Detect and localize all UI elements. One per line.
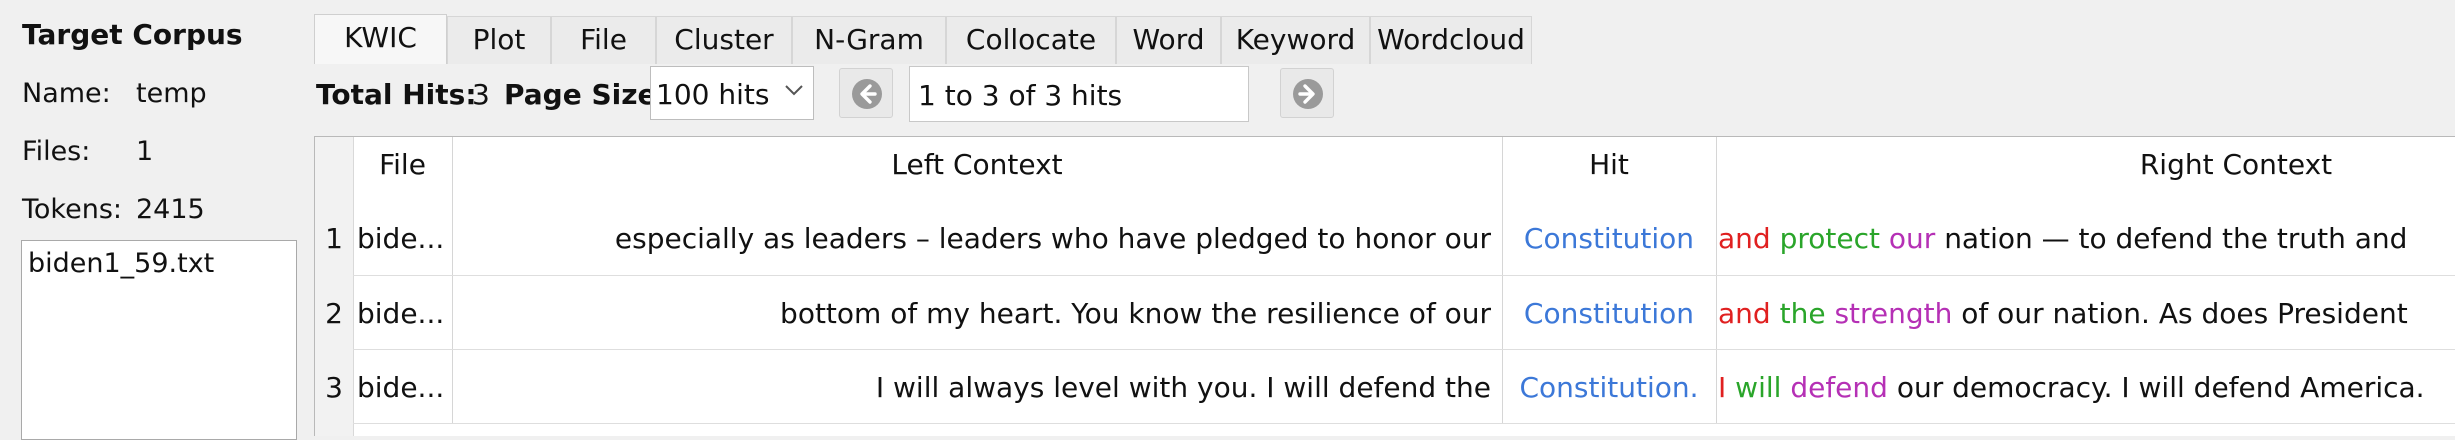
corpus-files-label: Files:: [22, 136, 91, 167]
page-size-value: 100 hits: [656, 78, 770, 111]
right-context-rest: of our nation. As does President: [1961, 297, 2408, 330]
corpus-file-list[interactable]: biden1_59.txt: [21, 240, 297, 440]
tab-plot[interactable]: Plot: [447, 16, 551, 64]
corpus-name-label: Name:: [22, 78, 111, 109]
right-context-word-1: and: [1718, 222, 1771, 255]
right-context-rest: our democracy. I will defend America.: [1896, 371, 2425, 404]
next-page-button[interactable]: [1280, 68, 1334, 118]
file-cell: bide...: [357, 222, 445, 255]
corpus-name-value: temp: [136, 78, 207, 109]
tab-kwic[interactable]: KWIC: [314, 14, 447, 64]
row-number: 3: [325, 371, 343, 404]
target-corpus-title: Target Corpus: [22, 18, 243, 51]
arrow-left-circle-icon: [852, 79, 882, 109]
right-context-word-3: defend: [1790, 371, 1888, 404]
kwic-toolbar: Total Hits: 3 Page Size 100 hits 1 to 3 …: [314, 66, 2455, 124]
corpus-name-row: Name: temp: [22, 78, 207, 109]
right-context-cell: and protect our nation — to defend the t…: [1716, 222, 2455, 255]
corpus-files-value: 1: [136, 136, 154, 167]
page-size-label: Page Size: [504, 78, 657, 111]
arrow-right-circle-icon: [1293, 79, 1323, 109]
tab-wordcloud[interactable]: Wordcloud: [1370, 16, 1532, 64]
right-context-cell: I will defend our democracy. I will defe…: [1716, 371, 2455, 404]
tab-collocate[interactable]: Collocate: [946, 16, 1116, 64]
row-number: 1: [325, 222, 343, 255]
tab-cluster[interactable]: Cluster: [656, 16, 792, 64]
corpus-tokens-label: Tokens:: [22, 194, 122, 225]
header-right-context[interactable]: Right Context: [1716, 137, 2455, 193]
header-file[interactable]: File: [353, 137, 452, 193]
chevron-down-icon: [785, 85, 803, 96]
previous-page-button[interactable]: [839, 68, 893, 118]
kwic-results-table: File Left Context Hit Right Context 1 bi…: [314, 136, 2455, 436]
row-divider: [353, 423, 2455, 424]
column-divider: [452, 137, 453, 423]
right-context-word-1: I: [1718, 371, 1727, 404]
tab-file[interactable]: File: [551, 16, 656, 64]
right-context-word-2: the: [1779, 297, 1826, 330]
total-hits-value: 3: [472, 78, 490, 111]
right-context-word-3: our: [1888, 222, 1936, 255]
right-context-cell: and the strength of our nation. As does …: [1716, 297, 2455, 330]
header-left-context[interactable]: Left Context: [452, 137, 1502, 193]
page-info-text: 1 to 3 of 3 hits: [918, 79, 1123, 112]
row-divider: [353, 275, 2455, 276]
right-context-rest: nation — to defend the truth and: [1944, 222, 2408, 255]
file-list-item[interactable]: biden1_59.txt: [28, 248, 214, 279]
total-hits-label: Total Hits:: [316, 78, 477, 111]
file-cell: bide...: [357, 371, 445, 404]
tab-ngram[interactable]: N-Gram: [792, 16, 946, 64]
corpus-tokens-value: 2415: [136, 194, 205, 225]
right-context-word-2: protect: [1779, 222, 1880, 255]
row-divider: [353, 349, 2455, 350]
hit-cell[interactable]: Constitution: [1502, 297, 1716, 330]
file-cell: bide...: [357, 297, 445, 330]
left-context-cell: especially as leaders – leaders who have…: [614, 222, 1491, 255]
corpus-files-row: Files: 1: [22, 136, 153, 167]
target-corpus-panel: Target Corpus Name: temp Files: 1 Tokens…: [0, 0, 310, 440]
right-context-word-1: and: [1718, 297, 1771, 330]
right-context-word-2: will: [1735, 371, 1782, 404]
tab-keyword[interactable]: Keyword: [1221, 16, 1370, 64]
right-context-word-3: strength: [1834, 297, 1953, 330]
page-info-field[interactable]: 1 to 3 of 3 hits: [909, 66, 1249, 122]
header-hit[interactable]: Hit: [1502, 137, 1716, 193]
page-size-select[interactable]: 100 hits: [650, 66, 814, 120]
tab-word[interactable]: Word: [1116, 16, 1221, 64]
left-context-cell: bottom of my heart. You know the resilie…: [780, 297, 1491, 330]
hit-cell[interactable]: Constitution.: [1502, 371, 1716, 404]
hit-cell[interactable]: Constitution: [1502, 222, 1716, 255]
left-context-cell: I will always level with you. I will def…: [875, 371, 1491, 404]
row-number: 2: [325, 297, 343, 330]
corpus-tokens-row: Tokens: 2415: [22, 194, 205, 225]
